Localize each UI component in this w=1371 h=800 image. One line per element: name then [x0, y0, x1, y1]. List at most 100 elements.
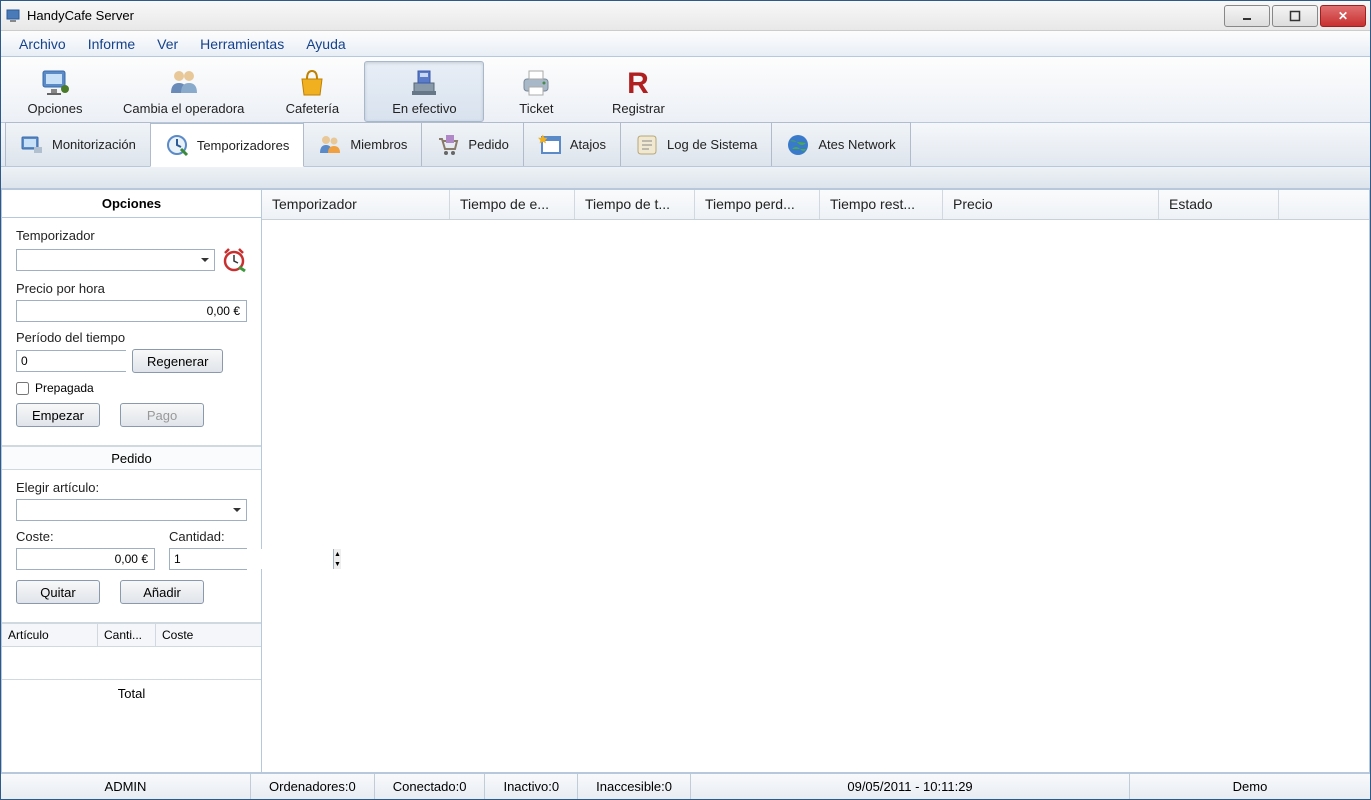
- tab-label: Monitorización: [52, 137, 136, 152]
- window-controls: ✕: [1222, 5, 1366, 27]
- monitor-icon: [39, 67, 71, 99]
- window-title: HandyCafe Server: [27, 8, 134, 23]
- toolbar: Opciones Cambia el operadora Cafetería E…: [1, 57, 1370, 123]
- main-col-6[interactable]: Estado: [1159, 190, 1279, 219]
- tb-cambia-operadora[interactable]: Cambia el operadora: [107, 61, 260, 122]
- elegir-label: Elegir artículo:: [16, 480, 247, 495]
- main-col-3[interactable]: Tiempo perd...: [695, 190, 820, 219]
- quitar-button[interactable]: Quitar: [16, 580, 100, 604]
- tab-label: Miembros: [350, 137, 407, 152]
- globe-icon: [786, 133, 810, 157]
- tb-label: Cafetería: [286, 101, 339, 116]
- cantidad-label: Cantidad:: [169, 529, 247, 544]
- menu-ayuda[interactable]: Ayuda: [296, 33, 355, 55]
- menu-herramientas[interactable]: Herramientas: [190, 33, 294, 55]
- articulo-select[interactable]: [16, 499, 247, 521]
- tab-temporizadores[interactable]: Temporizadores: [150, 123, 305, 167]
- menu-ver[interactable]: Ver: [147, 33, 188, 55]
- cash-register-icon: [408, 67, 440, 99]
- letter-r-icon: R: [622, 67, 654, 99]
- col-cantidad[interactable]: Canti...: [98, 624, 156, 646]
- menu-archivo[interactable]: Archivo: [9, 33, 76, 55]
- precio-input[interactable]: [16, 300, 247, 322]
- users-icon: [168, 67, 200, 99]
- status-user: ADMIN: [1, 774, 251, 799]
- coste-input[interactable]: [16, 548, 155, 570]
- close-button[interactable]: ✕: [1320, 5, 1366, 27]
- tb-en-efectivo[interactable]: En efectivo: [364, 61, 484, 122]
- anadir-button[interactable]: Añadir: [120, 580, 204, 604]
- tab-log-sistema[interactable]: Log de Sistema: [620, 122, 772, 166]
- sub-toolbar: [1, 167, 1370, 189]
- status-ordenadores: Ordenadores: 0: [251, 774, 375, 799]
- tb-label: Registrar: [612, 101, 665, 116]
- tb-label: En efectivo: [392, 101, 456, 116]
- main-col-1[interactable]: Tiempo de e...: [450, 190, 575, 219]
- content-area: Opciones Temporizador Precio por hora Pe…: [1, 189, 1370, 773]
- tab-atajos[interactable]: Atajos: [523, 122, 621, 166]
- status-inaccesible: Inaccesible: 0: [578, 774, 691, 799]
- table-body[interactable]: [262, 220, 1369, 772]
- titlebar[interactable]: HandyCafe Server ✕: [1, 1, 1370, 31]
- status-conectado: Conectado: 0: [375, 774, 486, 799]
- col-coste[interactable]: Coste: [156, 624, 261, 646]
- sidebar: Opciones Temporizador Precio por hora Pe…: [2, 190, 262, 772]
- prepagada-checkbox[interactable]: [16, 382, 29, 395]
- app-icon: [5, 8, 21, 24]
- tb-label: Opciones: [28, 101, 83, 116]
- main-col-4[interactable]: Tiempo rest...: [820, 190, 943, 219]
- tb-registrar[interactable]: R Registrar: [588, 61, 688, 122]
- tb-cafeteria[interactable]: Cafetería: [262, 61, 362, 122]
- coste-label: Coste:: [16, 529, 155, 544]
- clock-icon: [165, 133, 189, 157]
- tab-miembros[interactable]: Miembros: [303, 122, 422, 166]
- menubar: Archivo Informe Ver Herramientas Ayuda: [1, 31, 1370, 57]
- tab-label: Ates Network: [818, 137, 895, 152]
- main-col-2[interactable]: Tiempo de t...: [575, 190, 695, 219]
- tb-opciones[interactable]: Opciones: [5, 61, 105, 122]
- table-header: TemporizadorTiempo de e...Tiempo de t...…: [262, 190, 1369, 220]
- printer-icon: [520, 67, 552, 99]
- col-articulo[interactable]: Artículo: [2, 624, 98, 646]
- statusbar: ADMIN Ordenadores: 0 Conectado: 0 Inacti…: [1, 773, 1370, 799]
- maximize-button[interactable]: [1272, 5, 1318, 27]
- status-mode: Demo: [1130, 774, 1370, 799]
- tab-monitorizacion[interactable]: Monitorización: [5, 122, 151, 166]
- pedido-header: Pedido: [2, 446, 261, 470]
- people-icon: [318, 133, 342, 157]
- prepagada-label: Prepagada: [35, 381, 94, 395]
- temporizador-label: Temporizador: [16, 228, 247, 243]
- app-window: HandyCafe Server ✕ Archivo Informe Ver H…: [0, 0, 1371, 800]
- minimize-button[interactable]: [1224, 5, 1270, 27]
- cantidad-spinner[interactable]: ▲▼: [169, 548, 247, 570]
- regenerar-button[interactable]: Regenerar: [132, 349, 223, 373]
- alarm-clock-icon[interactable]: [221, 247, 247, 273]
- main-col-5[interactable]: Precio: [943, 190, 1159, 219]
- status-datetime: 09/05/2011 - 10:11:29: [691, 774, 1130, 799]
- precio-label: Precio por hora: [16, 281, 247, 296]
- monitor-net-icon: [20, 133, 44, 157]
- tab-label: Log de Sistema: [667, 137, 757, 152]
- periodo-spinner[interactable]: ▲▼: [16, 350, 126, 372]
- pedido-panel: Elegir artículo: Coste: Cantidad: ▲▼: [2, 470, 261, 623]
- main-col-0[interactable]: Temporizador: [262, 190, 450, 219]
- status-inactivo: Inactivo: 0: [485, 774, 578, 799]
- tab-label: Pedido: [468, 137, 508, 152]
- empezar-button[interactable]: Empezar: [16, 403, 100, 427]
- tabbar: Monitorización Temporizadores Miembros P…: [1, 123, 1370, 167]
- tb-ticket[interactable]: Ticket: [486, 61, 586, 122]
- tab-ates-network[interactable]: Ates Network: [771, 122, 910, 166]
- bag-icon: [296, 67, 328, 99]
- opciones-panel: Temporizador Precio por hora Período del…: [2, 218, 261, 446]
- pago-button[interactable]: Pago: [120, 403, 204, 427]
- temporizador-select[interactable]: [16, 249, 215, 271]
- cart-icon: [436, 133, 460, 157]
- menu-informe[interactable]: Informe: [78, 33, 145, 55]
- main-table: TemporizadorTiempo de e...Tiempo de t...…: [262, 190, 1369, 772]
- tab-label: Temporizadores: [197, 138, 290, 153]
- tb-label: Cambia el operadora: [123, 101, 244, 116]
- tb-label: Ticket: [519, 101, 553, 116]
- window-star-icon: [538, 133, 562, 157]
- tab-pedido[interactable]: Pedido: [421, 122, 523, 166]
- articulo-table: Artículo Canti... Coste: [2, 623, 261, 679]
